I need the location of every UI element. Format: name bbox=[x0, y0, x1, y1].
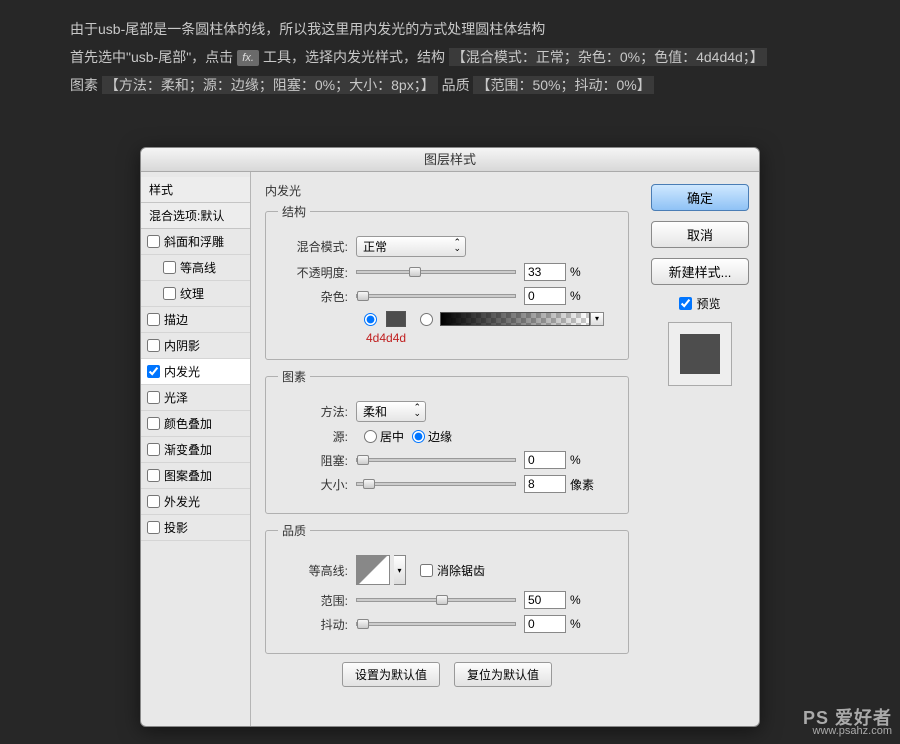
contour-picker[interactable] bbox=[356, 555, 390, 585]
reset-default-button[interactable]: 复位为默认值 bbox=[454, 662, 552, 687]
opacity-input[interactable] bbox=[524, 263, 566, 281]
choke-input[interactable] bbox=[524, 451, 566, 469]
cancel-button[interactable]: 取消 bbox=[651, 221, 749, 248]
opacity-slider[interactable] bbox=[356, 270, 516, 274]
sidebar-styles[interactable]: 样式 bbox=[141, 177, 250, 203]
gradient-arrow-icon[interactable]: ▾ bbox=[590, 312, 604, 326]
sidebar-item-texture[interactable]: 纹理 bbox=[141, 281, 250, 307]
sidebar-item-innershadow[interactable]: 内阴影 bbox=[141, 333, 250, 359]
set-default-button[interactable]: 设置为默认值 bbox=[342, 662, 440, 687]
antialias-checkbox[interactable] bbox=[420, 564, 433, 577]
sidebar-item-outerglow[interactable]: 外发光 bbox=[141, 489, 250, 515]
sidebar-item-dropshadow[interactable]: 投影 bbox=[141, 515, 250, 541]
quality-group: 品质 等高线: ▾ 消除锯齿 范围: % 抖动: bbox=[265, 522, 629, 654]
gradient-picker[interactable] bbox=[440, 312, 590, 326]
size-slider[interactable] bbox=[356, 482, 516, 486]
right-column: 确定 取消 新建样式... 预览 bbox=[641, 172, 759, 726]
sidebar-item-gradientoverlay[interactable]: 渐变叠加 bbox=[141, 437, 250, 463]
noise-slider[interactable] bbox=[356, 294, 516, 298]
new-style-button[interactable]: 新建样式... bbox=[651, 258, 749, 285]
instruction-text: 由于usb-尾部是一条圆柱体的线，所以我这里用内发光的方式处理圆柱体结构 首先选… bbox=[0, 0, 900, 99]
jitter-input[interactable] bbox=[524, 615, 566, 633]
color-radio[interactable] bbox=[364, 313, 377, 326]
sidebar-item-innerglow[interactable]: 内发光 bbox=[141, 359, 250, 385]
elements-group: 图素 方法: 柔和 源: 居中 边缘 阻塞: % bbox=[265, 368, 629, 514]
color-swatch[interactable] bbox=[386, 311, 406, 327]
desc-line3: 图素 【方法：柔和；源：边缘；阻塞：0%；大小：8px；】 品质 【范围：50%… bbox=[70, 71, 830, 99]
sidebar-item-stroke[interactable]: 描边 bbox=[141, 307, 250, 333]
choke-slider[interactable] bbox=[356, 458, 516, 462]
source-edge-radio[interactable] bbox=[412, 430, 425, 443]
sidebar-item-coloroverlay[interactable]: 颜色叠加 bbox=[141, 411, 250, 437]
sidebar-item-patternoverlay[interactable]: 图案叠加 bbox=[141, 463, 250, 489]
watermark: PS 爱好者 www.psahz.com bbox=[803, 712, 892, 738]
ok-button[interactable]: 确定 bbox=[651, 184, 749, 211]
size-input[interactable] bbox=[524, 475, 566, 493]
structure-group: 结构 混合模式: 正常 不透明度: % 杂色: % bbox=[265, 203, 629, 360]
dialog-title: 图层样式 bbox=[141, 148, 759, 172]
preview-checkbox[interactable] bbox=[679, 297, 692, 310]
layer-style-dialog: 图层样式 样式 混合选项:默认 斜面和浮雕 等高线 纹理 描边 内阴影 内发光 … bbox=[140, 147, 760, 727]
preview-box bbox=[668, 322, 732, 386]
noise-input[interactable] bbox=[524, 287, 566, 305]
range-input[interactable] bbox=[524, 591, 566, 609]
sidebar-item-contour[interactable]: 等高线 bbox=[141, 255, 250, 281]
fx-icon: fx. bbox=[237, 50, 259, 66]
contour-arrow-icon[interactable]: ▾ bbox=[394, 555, 406, 585]
sidebar-item-satin[interactable]: 光泽 bbox=[141, 385, 250, 411]
main-panel: 内发光 结构 混合模式: 正常 不透明度: % 杂色: % bbox=[251, 172, 641, 726]
blendmode-dropdown[interactable]: 正常 bbox=[356, 236, 466, 257]
style-sidebar: 样式 混合选项:默认 斜面和浮雕 等高线 纹理 描边 内阴影 内发光 光泽 颜色… bbox=[141, 172, 251, 726]
panel-heading: 内发光 bbox=[265, 182, 629, 199]
desc-line1: 由于usb-尾部是一条圆柱体的线，所以我这里用内发光的方式处理圆柱体结构 bbox=[70, 15, 830, 43]
method-dropdown[interactable]: 柔和 bbox=[356, 401, 426, 422]
sidebar-blend[interactable]: 混合选项:默认 bbox=[141, 203, 250, 229]
desc-line2: 首先选中"usb-尾部"，点击 fx. 工具，选择内发光样式，结构 【混合模式：… bbox=[70, 43, 830, 71]
source-center-radio[interactable] bbox=[364, 430, 377, 443]
jitter-slider[interactable] bbox=[356, 622, 516, 626]
sidebar-item-bevel[interactable]: 斜面和浮雕 bbox=[141, 229, 250, 255]
color-hex-note: 4d4d4d bbox=[366, 331, 616, 345]
range-slider[interactable] bbox=[356, 598, 516, 602]
gradient-radio[interactable] bbox=[420, 313, 433, 326]
